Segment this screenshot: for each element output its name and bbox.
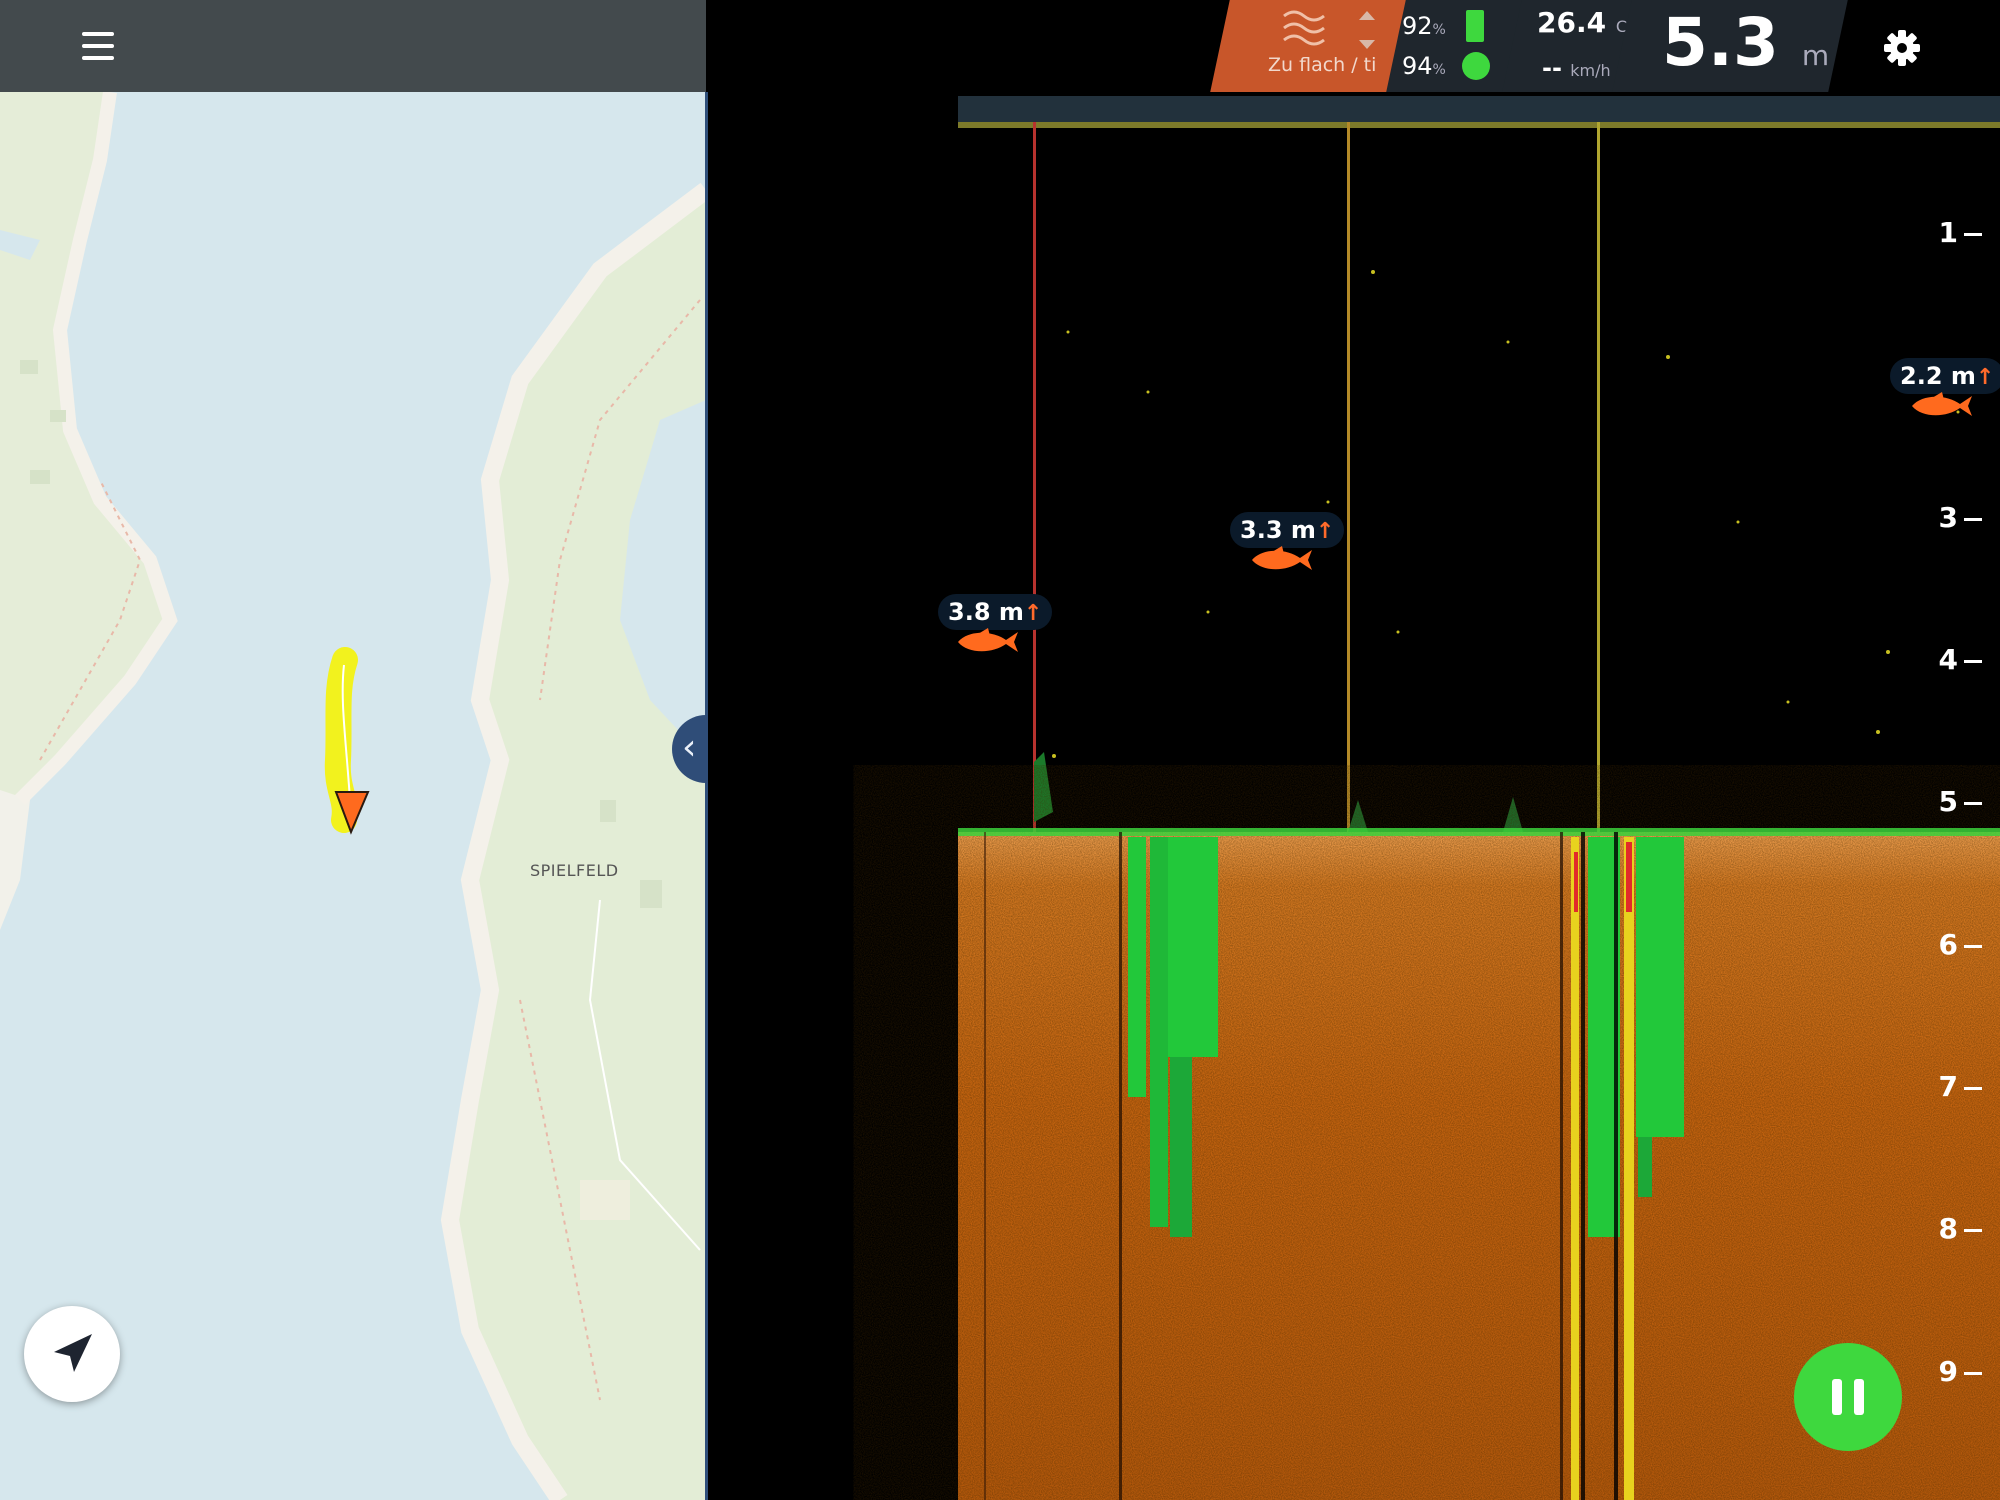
sonar-echogram xyxy=(958,96,2000,1500)
pause-icon xyxy=(1832,1379,1842,1415)
battery-2-value: 94% xyxy=(1402,52,1446,80)
map-place-label: SPIELFELD xyxy=(530,861,619,880)
status-bar: Zu flach / ti 92% 94% 26.4 C -- km/h 5.3… xyxy=(708,0,2000,92)
fish-icon[interactable] xyxy=(1248,544,1314,576)
pause-button[interactable] xyxy=(1794,1343,1902,1451)
chevron-left-icon: ‹ xyxy=(682,727,697,768)
water-temperature: 26.4 C xyxy=(1537,6,1628,39)
hamburger-menu-icon[interactable] xyxy=(72,24,122,68)
battery-1-value: 92% xyxy=(1402,12,1446,40)
device-battery-icon xyxy=(1462,52,1490,80)
navigation-arrow-icon xyxy=(54,1334,92,1372)
depth-tick: 3 xyxy=(1939,501,1982,534)
fish-depth-label[interactable]: 2.2 m↑ xyxy=(1890,358,2000,394)
locate-button[interactable] xyxy=(24,1306,120,1402)
waves-icon xyxy=(1283,10,1325,46)
gear-icon xyxy=(1884,30,1920,66)
fish-icon[interactable] xyxy=(954,626,1020,658)
fish-icon[interactable] xyxy=(1908,390,1974,422)
map-canvas xyxy=(0,0,706,1500)
depth-tick: 5 xyxy=(1939,785,1982,818)
current-depth: 5.3 m xyxy=(1662,4,1830,81)
fish-depth-label[interactable]: 3.8 m↑ xyxy=(938,594,1053,630)
map-panel[interactable] xyxy=(0,0,706,1500)
boat-speed: -- km/h xyxy=(1542,54,1611,82)
settings-button[interactable] xyxy=(1876,22,1928,74)
warning-label: Zu flach / ti xyxy=(1268,54,1377,76)
fish-depth-label[interactable]: 3.3 m↑ xyxy=(1230,512,1345,548)
depth-tick: 8 xyxy=(1939,1212,1982,1245)
depth-tick: 6 xyxy=(1939,928,1982,961)
depth-tick: 4 xyxy=(1939,643,1982,676)
depth-tick: 9 xyxy=(1939,1355,1982,1388)
depth-tick: 1 xyxy=(1939,216,1982,249)
up-down-arrows-icon[interactable] xyxy=(1356,8,1378,52)
battery-icon xyxy=(1466,10,1484,42)
depth-tick: 7 xyxy=(1939,1070,1982,1103)
depth-scale: 1 2 3 4 5 6 7 8 9 xyxy=(1890,92,2000,1500)
sonar-panel: 1 2 3 4 5 6 7 8 9 3.8 m↑ 3.3 m↑ 2.2 m↑ xyxy=(708,92,2000,1500)
